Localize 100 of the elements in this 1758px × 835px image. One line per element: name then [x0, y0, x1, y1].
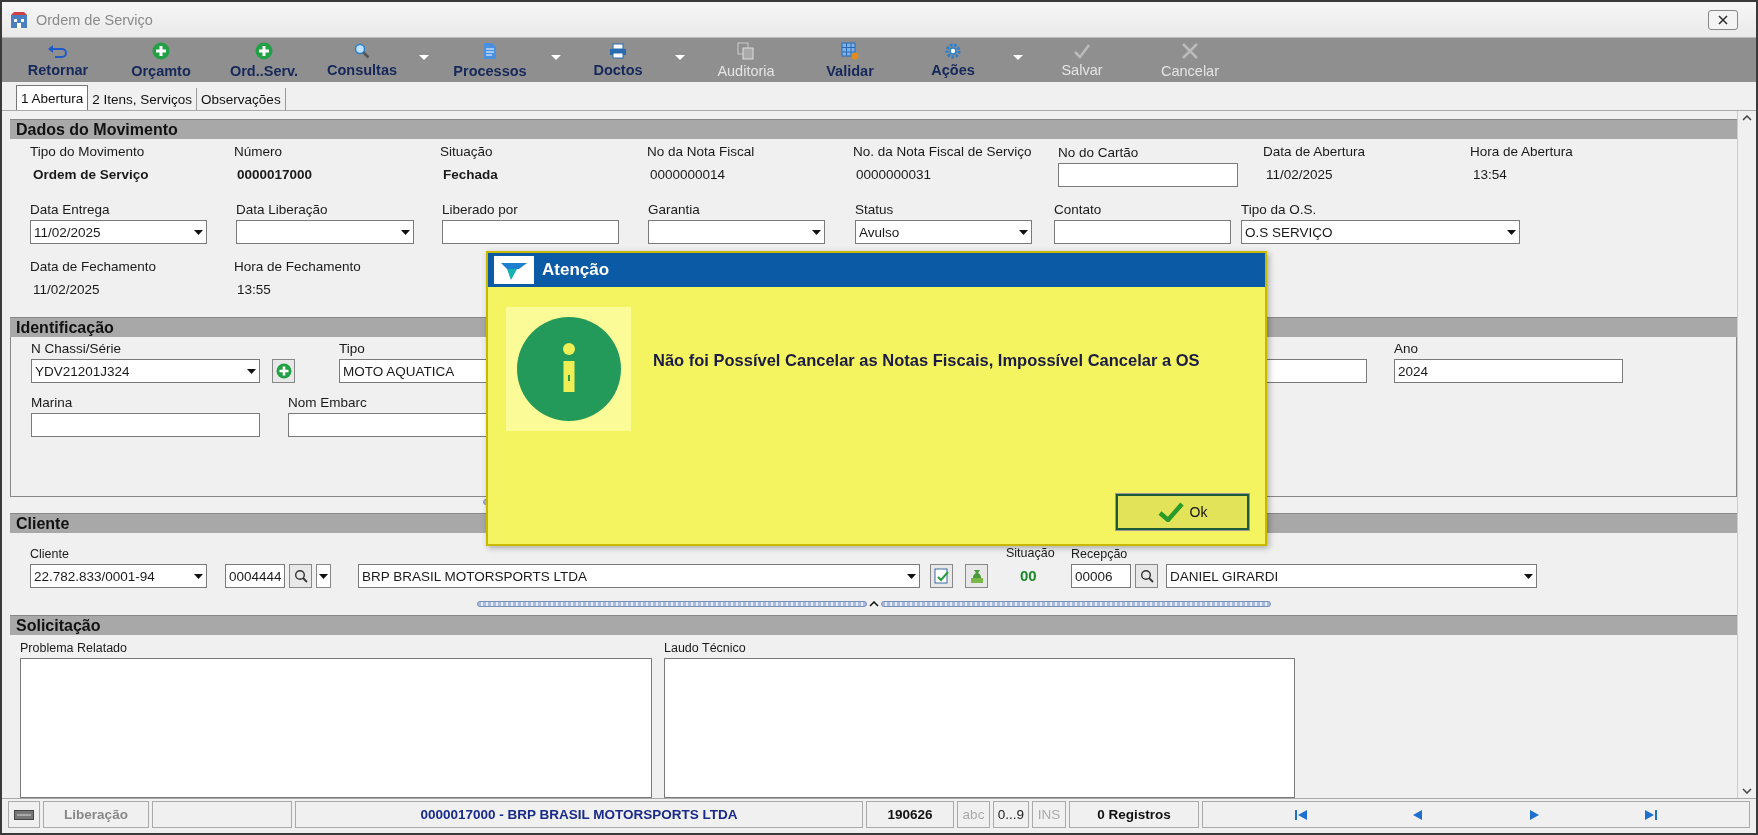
caret-icon: [1019, 229, 1028, 235]
field-label: Ano: [1394, 340, 1419, 358]
dialog-title: Atenção: [542, 260, 610, 280]
check-icon: [1073, 42, 1091, 59]
toolbar-button[interactable]: Orçamto: [106, 38, 216, 82]
first-record-icon: [1294, 808, 1308, 821]
dropdown-field[interactable]: 11/02/2025: [30, 220, 207, 244]
dropdown-field[interactable]: [648, 220, 825, 244]
splitter-grip[interactable]: [476, 601, 867, 607]
previous-record-icon: [1411, 808, 1425, 821]
toolbar-button[interactable]: Ord..Serv.: [216, 38, 312, 82]
dropdown-field[interactable]: BRP BRASIL MOTORSPORTS LTDA: [358, 564, 920, 588]
dialog-message: Não foi Possível Cancelar as Notas Fiscais, Impossível Cancelar a OS: [653, 351, 1200, 370]
caret-icon: [675, 55, 685, 60]
input-field[interactable]: 00006: [1071, 564, 1131, 588]
field-value: 0000017000: [236, 166, 314, 184]
toolbar-button[interactable]: Validar: [800, 38, 900, 82]
field-label: Data Entrega: [30, 201, 110, 219]
search-button[interactable]: [1135, 564, 1158, 588]
info-icon: [515, 316, 622, 422]
caret-icon: [907, 573, 916, 579]
money-button[interactable]: [965, 564, 988, 588]
dropdown-field[interactable]: O.S SERVIÇO: [1241, 220, 1520, 244]
field-label: Data de Abertura: [1263, 143, 1366, 161]
field-label: Recepção: [1071, 546, 1128, 563]
tab[interactable]: 1 Abertura: [16, 85, 89, 110]
add-button[interactable]: [272, 359, 295, 383]
close-button[interactable]: [1708, 9, 1738, 30]
dropdown-field[interactable]: Avulso: [855, 220, 1032, 244]
field-label: Tipo: [339, 340, 365, 358]
field-label: Tipo da O.S.: [1241, 201, 1317, 219]
back-arrow-icon: [47, 42, 69, 59]
plus-icon: [255, 41, 273, 60]
field-label: Nom Embarc: [288, 394, 367, 412]
copy-icon: [737, 41, 755, 60]
caret-icon: [1524, 573, 1533, 579]
money-bag-icon: [968, 568, 985, 584]
search-icon: [293, 569, 308, 583]
toolbar-button[interactable]: Retornar: [10, 38, 106, 82]
ok-button[interactable]: Ok: [1116, 494, 1249, 530]
field-value: Ordem de Serviço: [32, 166, 150, 184]
keyboard-button[interactable]: [8, 801, 40, 828]
window-title: Ordem de Serviço: [36, 11, 154, 28]
caret-icon: [551, 55, 561, 60]
field-label: Contato: [1054, 201, 1102, 219]
mode-indicator: 0...9: [993, 801, 1029, 828]
toolbar-button[interactable]: Doctos: [568, 38, 668, 82]
field-label: Laudo Técnico: [664, 640, 746, 657]
plus-icon: [275, 363, 292, 379]
mode-indicator: INS: [1032, 801, 1066, 828]
toolbar-button[interactable]: Processos: [436, 38, 544, 82]
nav-button[interactable]: [1644, 808, 1658, 821]
caret-icon: [319, 573, 328, 579]
input-field[interactable]: [1054, 220, 1231, 244]
chevron-up-icon[interactable]: [868, 601, 879, 607]
nav-button[interactable]: [1527, 808, 1541, 821]
search-button[interactable]: [289, 564, 312, 588]
dropdown-field[interactable]: [236, 220, 414, 244]
splitter-grip[interactable]: [880, 601, 1271, 607]
field-label: Problema Relatado: [20, 640, 127, 657]
toolbar-button[interactable]: Ações: [900, 38, 1006, 82]
toolbar-button[interactable]: Consultas: [312, 38, 412, 82]
scroll-up-icon[interactable]: [1742, 115, 1752, 121]
caret-icon: [401, 229, 410, 235]
input-field[interactable]: 2024: [1394, 359, 1623, 383]
caret-icon: [1507, 229, 1516, 235]
field-label: N Chassi/Série: [31, 340, 122, 358]
field-value: Fechada: [442, 166, 499, 184]
input-field[interactable]: 0004444: [225, 564, 285, 588]
nav-button[interactable]: [1411, 808, 1425, 821]
field-label: No da Nota Fiscal: [647, 143, 755, 161]
confirm-button[interactable]: [930, 564, 953, 588]
field-label: Número: [234, 143, 282, 161]
record-status: 0000017000 - BRP BRASIL MOTORSPORTS LTDA: [295, 801, 863, 828]
field-label: No. da Nota Fiscal de Serviço: [853, 143, 1032, 161]
caret-icon: [419, 55, 429, 60]
dropdown-button[interactable]: [316, 564, 331, 588]
dropdown-field[interactable]: DANIEL GIRARDI: [1166, 564, 1537, 588]
section-header: Dados do Movimento: [10, 119, 1737, 139]
dropdown-field[interactable]: YDV21201J324: [31, 359, 260, 383]
field-label: Hora de Fechamento: [234, 258, 361, 276]
search-icon: [354, 42, 370, 59]
field-label: Cliente: [30, 546, 69, 563]
table-icon: [841, 41, 859, 60]
field-label: Data de Fechamento: [30, 258, 157, 276]
nav-button[interactable]: [1294, 808, 1308, 821]
field-label: Garantia: [648, 201, 700, 219]
code-status: 190626: [866, 801, 954, 828]
field-value: 11/02/2025: [32, 281, 101, 299]
dropdown-field[interactable]: 22.782.833/0001-94: [30, 564, 207, 588]
status-value: 00: [1019, 566, 1038, 586]
caret-icon: [194, 229, 203, 235]
input-field[interactable]: [442, 220, 619, 244]
next-record-icon: [1527, 808, 1541, 821]
scroll-down-icon[interactable]: [1742, 788, 1752, 794]
input-field[interactable]: [1058, 163, 1238, 187]
search-icon: [1139, 569, 1154, 583]
field-label: Situação: [1006, 545, 1055, 562]
input-field[interactable]: [31, 413, 260, 437]
section-header: Solicitação: [10, 615, 1737, 635]
